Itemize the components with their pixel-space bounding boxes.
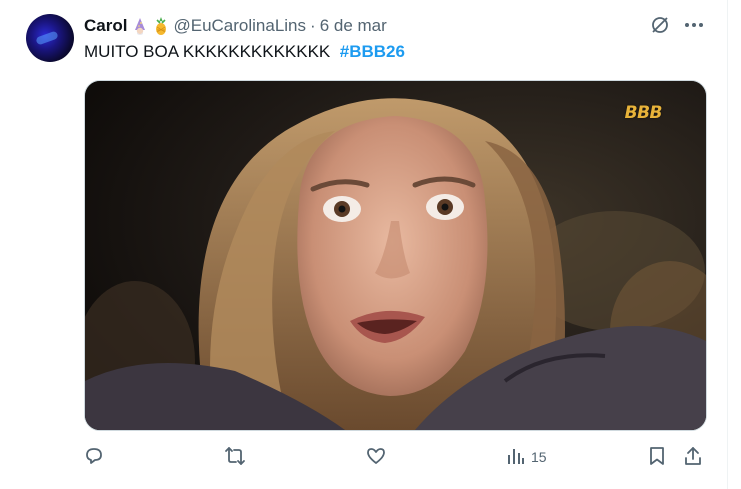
wizard-emoji-icon — [131, 17, 149, 35]
bookmark-button[interactable] — [648, 443, 666, 471]
views-icon — [507, 446, 525, 469]
reply-button[interactable] — [84, 443, 104, 471]
pineapple-emoji-icon — [153, 17, 169, 35]
tweet-header: Carol @EuCarolinaLins · 6 de mar — [84, 16, 387, 36]
share-button[interactable] — [683, 443, 703, 471]
more-options-icon[interactable] — [683, 14, 705, 36]
tweet-actions: 15 — [84, 443, 706, 471]
tweet-top-actions — [649, 14, 705, 36]
author-name[interactable]: Carol — [84, 16, 127, 36]
separator-dot: · — [310, 16, 316, 35]
hashtag-link[interactable]: #BBB26 — [340, 42, 405, 61]
tweet-card[interactable]: Carol @EuCarolinaLins · 6 de mar MUITO B… — [0, 0, 728, 489]
author-handle[interactable]: @EuCarolinaLins — [173, 16, 306, 36]
tweet-media[interactable]: BBB — [84, 80, 707, 431]
retweet-button[interactable] — [224, 443, 246, 471]
tweet-text: MUITO BOA KKKKKKKKKKKKK #BBB26 — [84, 42, 405, 62]
bbb-watermark: BBB — [624, 103, 663, 123]
tweet-body: MUITO BOA KKKKKKKKKKKKK — [84, 42, 331, 61]
heart-icon — [366, 446, 386, 469]
tweet-date[interactable]: 6 de mar — [320, 16, 387, 36]
photo-woman-surprised — [85, 81, 706, 430]
like-button[interactable] — [366, 443, 386, 471]
views-button[interactable]: 15 — [507, 443, 547, 471]
reply-icon — [84, 446, 104, 469]
views-count: 15 — [531, 449, 547, 465]
bookmark-icon — [648, 446, 666, 469]
grok-icon[interactable] — [649, 14, 671, 36]
avatar[interactable] — [26, 14, 74, 62]
retweet-icon — [224, 446, 246, 469]
share-icon — [683, 446, 703, 469]
